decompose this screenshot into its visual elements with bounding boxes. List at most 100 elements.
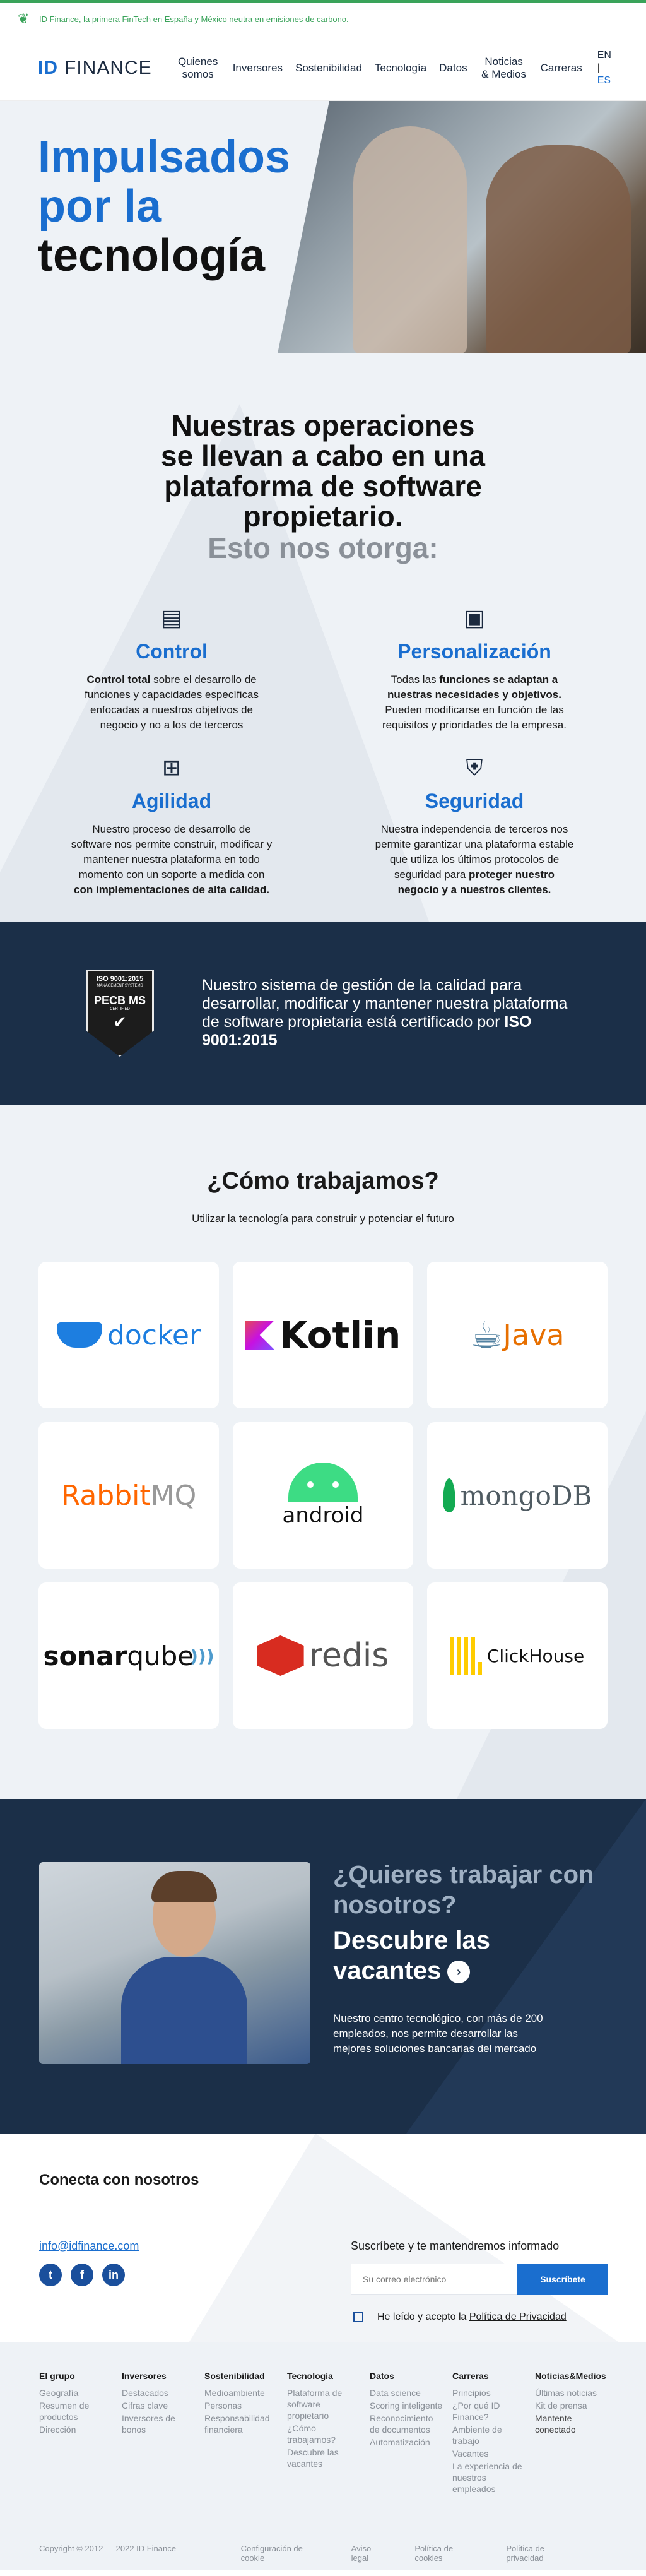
footer-link[interactable]: Resumen de productos [39, 2400, 122, 2423]
feature-title: Agilidad [131, 790, 212, 812]
footer-link[interactable]: Descubre las vacantes [287, 2447, 370, 2469]
arrow-right-icon[interactable]: › [447, 1961, 471, 1984]
footer-column-sostenibilidad: Sostenibilidad Medioambiente Personas Re… [204, 2371, 287, 2496]
footer-column-title: Datos [370, 2371, 394, 2381]
facebook-icon[interactable]: f [71, 2264, 93, 2286]
lang-en[interactable]: EN [597, 50, 611, 61]
logo-text: FINANCE [64, 57, 152, 78]
footer-link[interactable]: La experiencia de nuestros empleados [452, 2460, 535, 2495]
footer-link[interactable]: Inversores de bonos [122, 2413, 204, 2435]
feature-text-bold: con implementaciones de alta calidad. [74, 884, 269, 896]
contact-email-link[interactable]: info@idfinance.com [39, 2240, 139, 2253]
email-input[interactable] [351, 2264, 517, 2295]
footer-columns: El grupo Geografía Resumen de productos … [39, 2371, 618, 2496]
cookie-settings-link[interactable]: Configuración de cookie [241, 2544, 326, 2563]
operations-subtitle: Esto nos otorga: [208, 531, 438, 564]
feature-seguridad: ⛨ Seguridad Nuestra independencia de ter… [348, 752, 601, 898]
footer-link[interactable]: Responsabilidad financiera [204, 2413, 287, 2435]
careers-text: Nuestro centro tecnológico, con más de 2… [333, 2012, 543, 2055]
operations-title: Nuestras operaciones se llevan a cabo en… [161, 409, 485, 533]
feature-control: ▤ Control Control total sobre el desarro… [45, 602, 298, 733]
badge-iso-label: ISO 9001:2015 [96, 975, 144, 983]
footer-link[interactable]: ¿Cómo trabajamos? [287, 2423, 370, 2445]
footer-link[interactable]: Cifras clave [122, 2400, 204, 2411]
footer-column-title: Sostenibilidad [204, 2371, 265, 2381]
badge-subtitle: MANAGEMENT SYSTEMS [97, 984, 143, 988]
footer-link[interactable]: Ambiente de trabajo [452, 2424, 535, 2447]
technology-grid: docker Kotlin ☕ Java Rabbit MQ android mon… [0, 1262, 646, 1729]
privacy-policy-footer-link[interactable]: Política de privacidad [506, 2544, 582, 2563]
footer-column-tecnologia: Tecnología Plataforma de software propie… [287, 2371, 370, 2496]
docker-whale-icon [56, 1322, 102, 1348]
footer-link[interactable]: Reconocimiento de documentos [370, 2413, 452, 2435]
legal-notice-link[interactable]: Aviso legal [351, 2544, 390, 2563]
hero-photo [278, 101, 646, 353]
feature-text: Todas las funciones se adaptan a nuestra… [348, 672, 601, 733]
twitter-icon[interactable]: t [39, 2264, 62, 2286]
privacy-consent: He leído y acepto la Política de Privaci… [353, 2312, 567, 2323]
shield-lock-icon: ⛨ [466, 754, 483, 780]
nav-link-sostenibilidad[interactable]: Sostenibilidad [289, 62, 368, 74]
footer-link[interactable]: Data science [370, 2387, 452, 2399]
docker-logo: docker [56, 1319, 201, 1351]
footer-column-title: Noticias&Medios [535, 2371, 606, 2381]
java-logo: ☕ Java [470, 1310, 564, 1360]
careers-title: ¿Quieres trabajar con nosotros? [333, 1861, 594, 1919]
lang-es[interactable]: ES [597, 74, 611, 87]
feature-title: Seguridad [425, 790, 524, 812]
footer-link[interactable]: Últimas noticias [535, 2387, 618, 2399]
nav-link-quienes-somos[interactable]: Quienes somos [170, 56, 226, 81]
nav-link-noticias[interactable]: Noticias & Medios [474, 56, 534, 81]
footer-link[interactable]: Personas [204, 2400, 287, 2411]
footer-column-title: El grupo [39, 2371, 75, 2381]
footer-link[interactable]: Kit de prensa [535, 2400, 618, 2411]
cookie-policy-link[interactable]: Política de cookies [414, 2544, 481, 2563]
redis-cube-icon [257, 1635, 304, 1676]
footer-link[interactable]: Plataforma de software propietario [287, 2387, 370, 2421]
footer-link[interactable]: Scoring inteligente [370, 2400, 452, 2411]
tech-card-mongodb: mongoDB [427, 1422, 608, 1569]
nav-link-tecnologia[interactable]: Tecnología [368, 62, 433, 74]
iso-badge: ISO 9001:2015 MANAGEMENT SYSTEMS PECB MS… [86, 970, 154, 1057]
footer-link[interactable]: Principios [452, 2387, 535, 2399]
footer-link[interactable]: Automatización [370, 2437, 452, 2448]
photo-person-hair [151, 1871, 217, 1902]
footer-link[interactable]: Mantente conectado [535, 2413, 618, 2435]
java-cup-icon: ☕ [470, 1314, 503, 1356]
subscribe-form: Suscríbete [351, 2264, 608, 2295]
feature-agilidad: ⊞ Agilidad Nuestro proceso de desarrollo… [45, 752, 298, 898]
feature-text-bold: Control total [86, 674, 151, 686]
footer-column-carreras: Carreras Principios ¿Por qué ID Finance?… [452, 2371, 535, 2496]
social-links: t f in [39, 2264, 125, 2286]
footer-column-title: Carreras [452, 2371, 489, 2381]
subscribe-button[interactable]: Suscríbete [517, 2264, 608, 2295]
sonarqube-wordmark-a: sonar [43, 1640, 127, 1671]
badge-pecb: PECB MS [93, 994, 146, 1007]
mongodb-logo: mongoDB [442, 1478, 592, 1512]
badge-certified: CERTIFIED [110, 1007, 130, 1011]
linkedin-icon[interactable]: in [102, 2264, 125, 2286]
nav-link-inversores[interactable]: Inversores [226, 62, 289, 74]
privacy-policy-link[interactable]: Política de Privacidad [469, 2312, 567, 2322]
rabbitmq-wordmark-a: Rabbit [61, 1479, 151, 1512]
hero-section: Impulsados por la tecnología [0, 101, 646, 353]
how-title: ¿Cómo trabajamos? [207, 1168, 439, 1194]
nav-link-carreras[interactable]: Carreras [534, 62, 589, 74]
footer-link[interactable]: Geografía [39, 2387, 122, 2399]
footer-link[interactable]: Dirección [39, 2424, 122, 2435]
consent-checkbox[interactable] [353, 2312, 363, 2322]
footer-link[interactable]: Destacados [122, 2387, 204, 2399]
redis-wordmark: redis [308, 1637, 389, 1675]
feature-text-body: Pueden modificarse en función de las req… [382, 704, 567, 731]
announcement-bar: ❦ ID Finance, la primera FinTech en Espa… [0, 0, 646, 35]
careers-cta[interactable]: Descubre las vacantes › [333, 1925, 535, 1986]
clickhouse-logo: ClickHouse [450, 1637, 584, 1675]
logo[interactable]: ID FINANCE [38, 57, 152, 79]
nav-link-datos[interactable]: Datos [433, 62, 473, 74]
footer-link[interactable]: Vacantes [452, 2448, 535, 2459]
tech-card-android: android [233, 1422, 413, 1569]
footer-link[interactable]: Medioambiente [204, 2387, 287, 2399]
footer-column-el-grupo: El grupo Geografía Resumen de productos … [39, 2371, 122, 2496]
footer-link[interactable]: ¿Por qué ID Finance? [452, 2400, 535, 2423]
tech-card-docker: docker [38, 1262, 219, 1408]
